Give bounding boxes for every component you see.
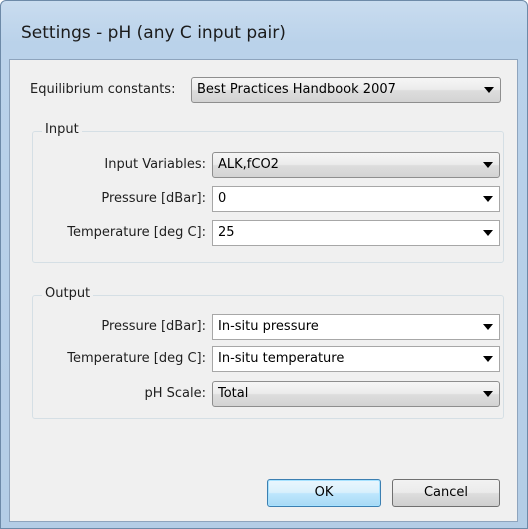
ph-scale-value: Total [218,386,249,401]
output-pressure-combo[interactable]: In-situ pressure [212,314,500,340]
equilibrium-constants-label: Equilibrium constants: [30,82,176,97]
chevron-down-icon [483,230,493,236]
settings-dialog: Settings - pH (any C input pair) Equilib… [0,0,528,529]
input-pressure-combo[interactable]: 0 [212,186,500,212]
output-pressure-value: In-situ pressure [218,319,319,334]
title-bar[interactable]: Settings - pH (any C input pair) [1,1,527,59]
dialog-content: Equilibrium constants: Best Practices Ha… [9,59,518,522]
output-pressure-label: Pressure [dBar]: [101,319,206,334]
input-temperature-combo[interactable]: 25 [212,220,500,246]
input-group-title: Input [42,122,82,137]
output-temperature-combo[interactable]: In-situ temperature [212,346,500,372]
chevron-down-icon [483,356,493,362]
window-title: Settings - pH (any C input pair) [21,23,286,43]
output-group-title: Output [42,286,94,301]
output-temperature-label: Temperature [deg C]: [67,351,206,366]
chevron-down-icon [484,87,494,93]
cancel-button[interactable]: Cancel [392,479,500,507]
ph-scale-label: pH Scale: [144,386,206,401]
input-temperature-value: 25 [218,225,235,240]
chevron-down-icon [483,324,493,330]
ok-button[interactable]: OK [267,479,381,507]
equilibrium-constants-value: Best Practices Handbook 2007 [197,82,396,97]
input-pressure-label: Pressure [dBar]: [101,191,206,206]
ph-scale-dropdown[interactable]: Total [212,381,500,407]
equilibrium-constants-dropdown[interactable]: Best Practices Handbook 2007 [191,77,501,103]
output-temperature-value: In-situ temperature [218,351,345,366]
input-pressure-value: 0 [218,191,227,206]
input-variables-dropdown[interactable]: ALK,fCO2 [212,152,500,178]
chevron-down-icon [483,196,493,202]
input-temperature-label: Temperature [deg C]: [67,225,206,240]
chevron-down-icon [483,391,493,397]
chevron-down-icon [483,162,493,168]
input-variables-value: ALK,fCO2 [218,157,279,172]
input-variables-label: Input Variables: [104,157,206,172]
